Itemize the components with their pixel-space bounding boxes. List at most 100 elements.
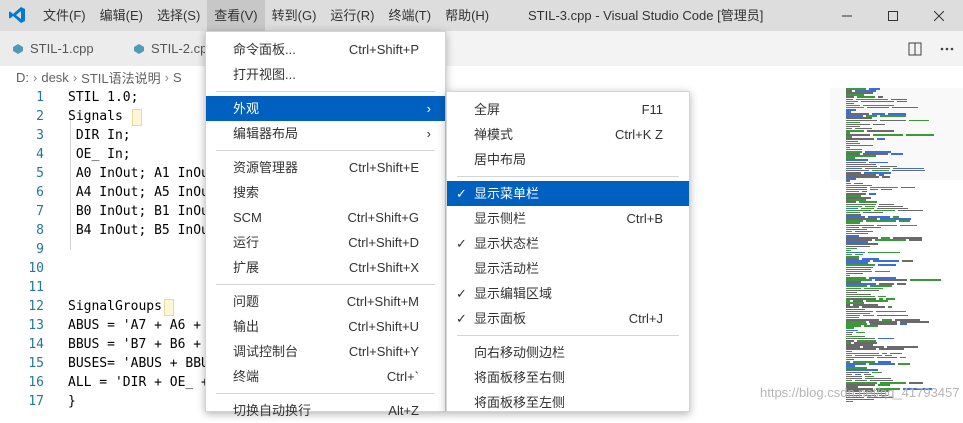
minimap-line xyxy=(866,220,896,222)
tab-stil-2[interactable]: STIL-2.cpp xyxy=(121,31,218,66)
minimap-line xyxy=(877,356,897,359)
view-menu: 命令面板... Ctrl+Shift+P 打开视图... 外观 › 编辑器布局 › 资源管理器… xyxy=(205,31,446,418)
minimap-line xyxy=(875,270,890,273)
menu-item[interactable]: 命令面板... Ctrl+Shift+P xyxy=(206,37,445,62)
breadcrumb-item[interactable]: STIL语法说明 xyxy=(81,68,160,87)
menu-separator xyxy=(216,150,435,151)
menu-item[interactable]: 外观 › xyxy=(206,96,445,121)
menu-item-label: 输出 xyxy=(233,319,260,334)
minimap-line xyxy=(882,176,890,178)
maximize-icon xyxy=(888,10,898,21)
minimap-line xyxy=(879,348,904,350)
line-number: 3 xyxy=(36,128,44,143)
minimap-line xyxy=(880,115,906,117)
menu-separator xyxy=(457,176,679,177)
line-number: 13 xyxy=(28,318,44,333)
menu-item-label: 显示面板 xyxy=(474,311,527,326)
menu-item[interactable]: 打开视图... xyxy=(206,62,445,87)
menu-item-shortcut: Ctrl+J xyxy=(628,311,663,326)
breadcrumb-item[interactable]: desk xyxy=(41,70,68,85)
menu-item[interactable]: 转到(G) xyxy=(265,0,324,31)
editor-tabs: STIL-1.cpp STIL-2.cpp xyxy=(0,31,963,66)
appearance-submenu: 全屏 F11 禅模式 Ctrl+K Z 居中布局 ✓ 显示菜单栏 显示侧栏 Ctrl+B ✓ 显示状… xyxy=(446,91,690,412)
minimap-line xyxy=(873,260,899,262)
code-line: B4 InOut; B5 InOut xyxy=(68,223,217,238)
menu-item[interactable]: 帮助(H) xyxy=(438,0,496,31)
code-line: BBUS = 'B7 + B6 + xyxy=(68,337,209,352)
menu-item[interactable]: SCM Ctrl+Shift+G xyxy=(206,205,445,230)
minimize-button[interactable] xyxy=(824,0,870,31)
minimap-line xyxy=(906,134,934,136)
menu-item[interactable]: 将面板移至右侧 xyxy=(447,365,689,390)
more-actions-icon xyxy=(940,47,954,50)
split-editor-button[interactable] xyxy=(899,31,931,66)
menu-item-label: 显示活动栏 xyxy=(474,261,540,276)
menu-item[interactable]: ✓ 显示菜单栏 xyxy=(447,181,689,206)
menu-item[interactable]: ✓ 显示编辑区域 xyxy=(447,281,689,306)
menu-item[interactable]: 编辑器布局 › xyxy=(206,121,445,146)
menu-item[interactable]: 编辑(E) xyxy=(93,0,150,31)
line-number: 11 xyxy=(28,280,44,295)
menu-item-shortcut: Ctrl+` xyxy=(386,369,419,384)
menu-item-label: 终端 xyxy=(233,369,260,384)
menu-item[interactable]: 切换自动换行 Alt+Z xyxy=(206,398,445,423)
line-number: 9 xyxy=(36,242,44,257)
menu-item[interactable]: 运行 Ctrl+Shift+D xyxy=(206,230,445,255)
menu-item[interactable]: ✓ 显示状态栏 xyxy=(447,231,689,256)
menu-item[interactable]: 显示活动栏 xyxy=(447,256,689,281)
breadcrumb-item[interactable]: D: xyxy=(16,70,29,85)
bracket-match-highlight xyxy=(132,109,142,126)
minimap-line xyxy=(862,306,885,308)
menu-item[interactable]: 显示侧栏 Ctrl+B xyxy=(447,206,689,231)
code-line: STIL 1.0; xyxy=(68,90,139,105)
minimap[interactable] xyxy=(840,88,950,412)
minimap-line xyxy=(875,239,906,241)
menu-item[interactable]: 终端(T) xyxy=(381,0,438,31)
chevron-right-icon: › xyxy=(426,101,431,116)
menu-item[interactable]: 选择(S) xyxy=(150,0,207,31)
close-button[interactable] xyxy=(916,0,962,31)
vscode-logo-icon xyxy=(9,7,25,23)
maximize-button[interactable] xyxy=(870,0,916,31)
more-actions-button[interactable] xyxy=(931,31,963,66)
menu-item[interactable]: 居中布局 xyxy=(447,147,689,172)
menu-item[interactable]: 搜索 xyxy=(206,180,445,205)
minimap-line xyxy=(902,260,913,262)
minimap-line xyxy=(876,310,906,313)
breadcrumb-item[interactable]: S xyxy=(173,70,182,85)
code-line: OE_ In; xyxy=(68,147,131,162)
menu-item[interactable]: 扩展 Ctrl+Shift+X xyxy=(206,255,445,280)
menu-item-label: 显示菜单栏 xyxy=(474,186,540,201)
menu-item-shortcut: Ctrl+Shift+X xyxy=(348,260,419,275)
bracket-match-highlight xyxy=(164,299,174,316)
chevron-right-icon: › xyxy=(72,69,78,85)
menu-item[interactable]: 全屏 F11 xyxy=(447,97,689,122)
menu-item[interactable]: 输出 Ctrl+Shift+U xyxy=(206,314,445,339)
menu-item[interactable]: 查看(V) xyxy=(207,0,265,31)
minimap-line xyxy=(873,123,885,126)
menu-item-label: 问题 xyxy=(233,294,260,309)
minimap-line xyxy=(863,314,874,317)
menu-item[interactable]: ✓ 显示面板 Ctrl+J xyxy=(447,306,689,331)
line-number: 2 xyxy=(36,109,44,124)
menu-item[interactable]: 调试控制台 Ctrl+Shift+Y xyxy=(206,339,445,364)
code-line: Signals xyxy=(68,109,131,124)
menu-item[interactable]: 资源管理器 Ctrl+Shift+E xyxy=(206,155,445,180)
menu-item[interactable]: 问题 Ctrl+Shift+M xyxy=(206,289,445,314)
watermark: https://blog.csdn.net/qq_41793457 xyxy=(760,385,960,400)
minimap-line xyxy=(892,106,918,109)
minimap-line xyxy=(891,153,903,155)
menu-item[interactable]: 向右移动侧边栏 xyxy=(447,340,689,365)
menu-item[interactable]: 禅模式 Ctrl+K Z xyxy=(447,122,689,147)
menu-item[interactable]: 运行(R) xyxy=(323,0,381,31)
menu-item-shortcut: Ctrl+Shift+U xyxy=(348,319,419,334)
menu-item[interactable]: 终端 Ctrl+` xyxy=(206,364,445,389)
menu-item-shortcut: Ctrl+K Z xyxy=(614,127,663,142)
checkmark-icon: ✓ xyxy=(456,311,467,326)
code-line: DIR In; xyxy=(68,128,131,143)
title-bar: 文件(F) 编辑(E) 选择(S) 查看(V) 转到(G) 运行(R) 终端(T) 帮助(H)… xyxy=(0,0,963,31)
menu-item[interactable]: 文件(F) xyxy=(36,0,93,31)
line-number: 14 xyxy=(28,337,44,352)
tab-stil-1[interactable]: STIL-1.cpp xyxy=(0,31,133,66)
menu-item[interactable]: 将面板移至左侧 xyxy=(447,390,689,415)
